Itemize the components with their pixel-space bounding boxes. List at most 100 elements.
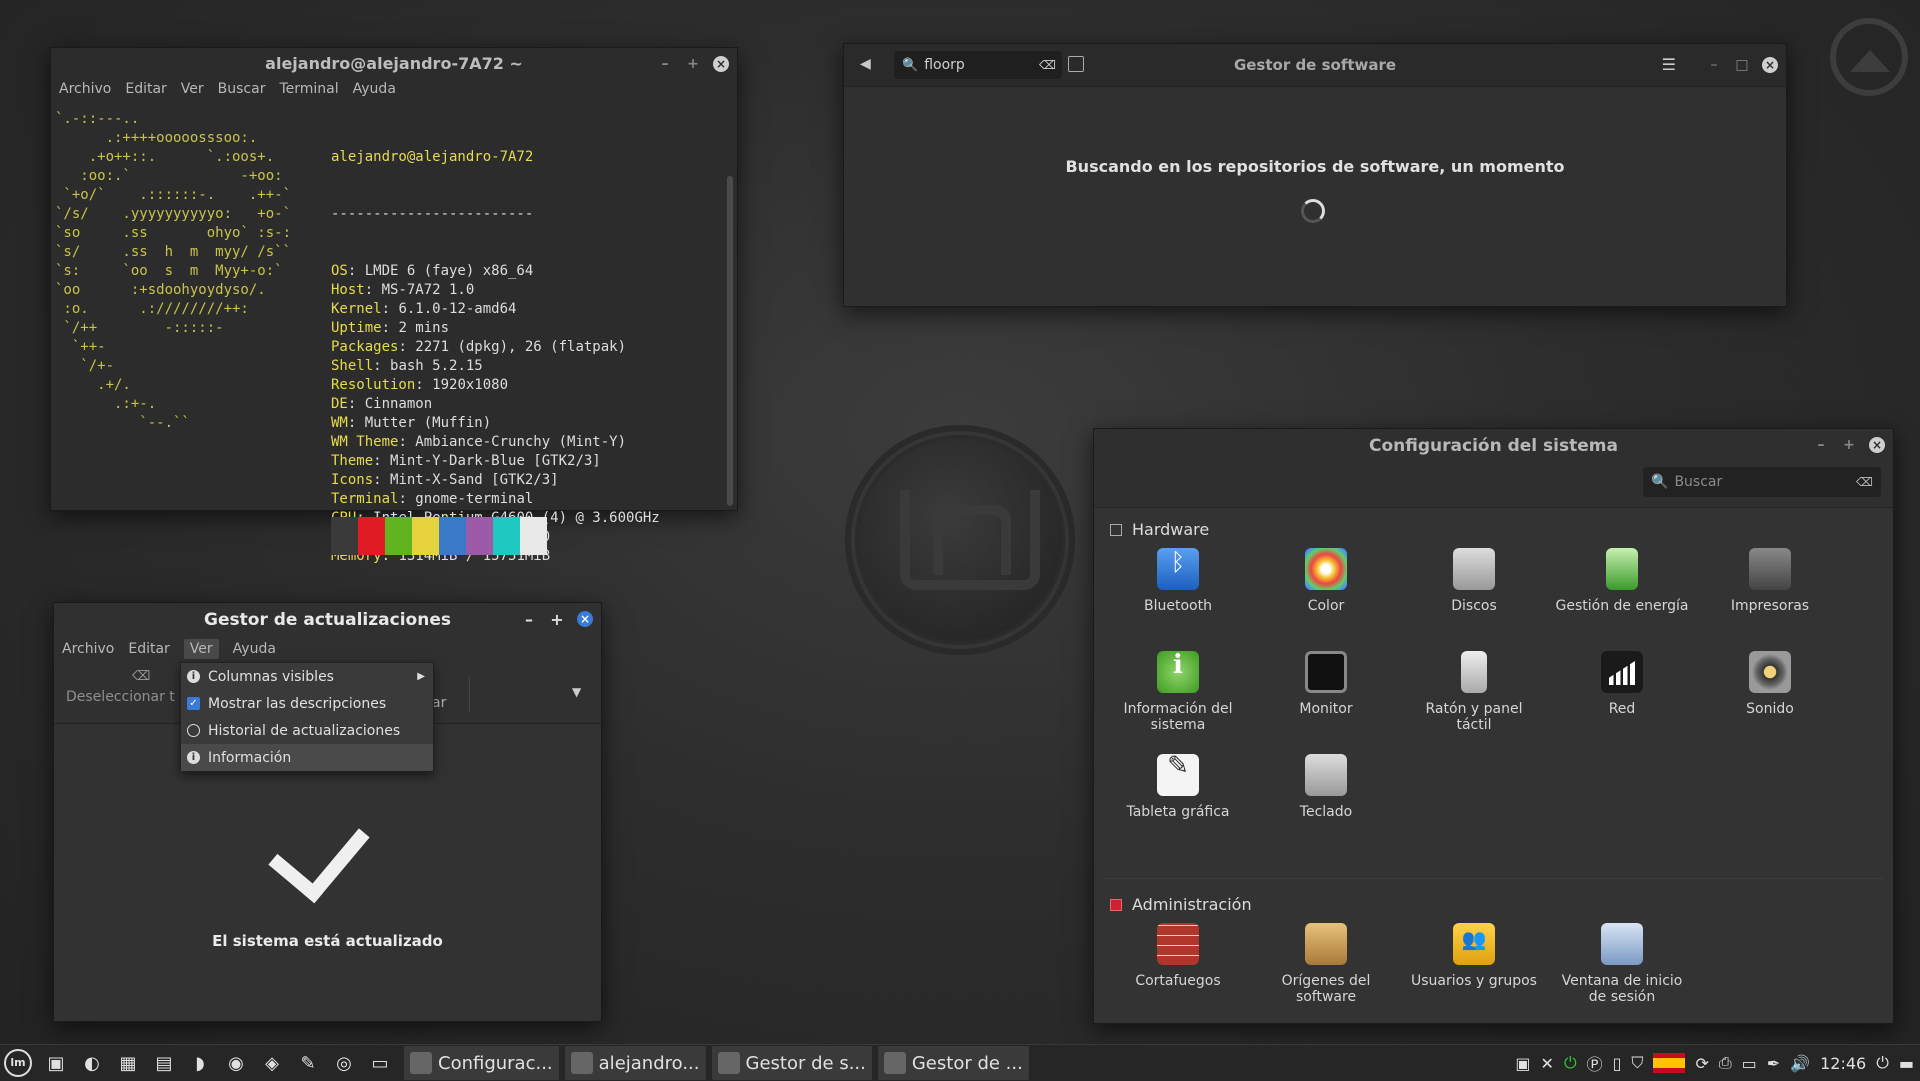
tray-p-icon[interactable]: Ⓟ: [1587, 1051, 1603, 1075]
info-key: Packages: [331, 339, 399, 355]
deselect-button[interactable]: Deseleccionar t: [66, 689, 175, 705]
maximize-icon[interactable]: □: [1734, 57, 1750, 73]
menu-ayuda[interactable]: Ayuda: [233, 641, 276, 657]
terminal-window[interactable]: alejandro@alejandro-7A72 ~ – + × Archivo…: [50, 47, 738, 564]
menu-item-information[interactable]: i Información: [181, 744, 433, 771]
settings-item[interactable]: Ratón y panel táctil: [1406, 651, 1542, 733]
firefox-launcher-icon[interactable]: ◎: [330, 1049, 358, 1077]
task-update-manager[interactable]: Gestor de ...: [877, 1046, 1029, 1080]
menu-ayuda[interactable]: Ayuda: [353, 81, 396, 97]
files-launcher-icon[interactable]: ▭: [366, 1049, 394, 1077]
browser-launcher-icon[interactable]: ◐: [78, 1049, 106, 1077]
settings-titlebar[interactable]: Configuración del sistema – + ×: [1094, 429, 1893, 463]
chevron-down-icon[interactable]: ▼: [572, 685, 581, 699]
settings-item[interactable]: Cortafuegos: [1110, 923, 1246, 989]
menu-editar[interactable]: Editar: [128, 641, 169, 657]
software-manager-window[interactable]: ◀ 🔍 floorp ⌫ Gestor de software ☰ – □ × …: [843, 43, 1787, 307]
volume-icon[interactable]: 🔊: [1790, 1054, 1810, 1073]
settings-item[interactable]: Color: [1258, 548, 1394, 614]
palette-swatch: [385, 517, 412, 555]
power-icon[interactable]: ⏻: [1564, 1053, 1577, 1073]
menu-ver[interactable]: Ver: [181, 81, 204, 97]
clear-search-icon[interactable]: ⌫: [1856, 475, 1873, 489]
menu-item-show-descriptions[interactable]: ✓ Mostrar las descripciones: [181, 690, 433, 717]
maximize-icon[interactable]: +: [1841, 437, 1857, 453]
administration-section-icon: [1110, 898, 1122, 911]
menu-buscar[interactable]: Buscar: [218, 81, 266, 97]
settings-item[interactable]: Tableta gráfica: [1110, 754, 1246, 820]
menu-item-visible-columns[interactable]: i Columnas visibles ▶: [181, 663, 433, 690]
display-icon[interactable]: ▭: [1742, 1054, 1757, 1073]
calculator-launcher-icon[interactable]: ▦: [114, 1049, 142, 1077]
checkbox-checked-icon[interactable]: ✓: [187, 697, 200, 710]
minimize-icon[interactable]: –: [657, 56, 673, 72]
settings-item[interactable]: Usuarios y grupos: [1406, 923, 1542, 989]
close-icon[interactable]: ×: [1762, 57, 1778, 73]
settings-item-label: Bluetooth: [1144, 598, 1212, 614]
task-terminal[interactable]: alejandro...: [564, 1046, 706, 1080]
text-editor-launcher-icon[interactable]: ✎: [294, 1049, 322, 1077]
system-settings-window[interactable]: Configuración del sistema – + × 🔍 Buscar…: [1093, 428, 1894, 1024]
maximize-icon[interactable]: +: [685, 56, 701, 72]
brave-launcher-icon[interactable]: ◈: [258, 1049, 286, 1077]
menu-archivo[interactable]: Archivo: [62, 641, 114, 657]
settings-item[interactable]: Información del sistema: [1110, 651, 1246, 733]
settings-item[interactable]: Sonido: [1702, 651, 1838, 717]
close-icon[interactable]: ×: [713, 56, 729, 72]
tray-app-icon[interactable]: ▣: [1515, 1054, 1530, 1073]
minimize-icon[interactable]: –: [521, 610, 537, 629]
settings-item[interactable]: Red: [1554, 651, 1690, 717]
menu-item-label: Historial de actualizaciones: [208, 722, 401, 739]
menu-item-update-history[interactable]: Historial de actualizaciones: [181, 717, 433, 744]
terminal-scrollbar[interactable]: [727, 176, 733, 506]
settings-item[interactable]: Impresoras: [1702, 548, 1838, 614]
clock[interactable]: 12:46: [1820, 1054, 1866, 1073]
shield-icon[interactable]: ⛉: [1631, 1053, 1643, 1073]
task-settings[interactable]: Configurac...: [404, 1046, 559, 1080]
settings-search-input[interactable]: 🔍 Buscar ⌫: [1643, 467, 1881, 497]
menu-archivo[interactable]: Archivo: [59, 81, 111, 97]
network-icon: [1601, 651, 1643, 693]
show-desktop-icon[interactable]: ▬: [1899, 1054, 1914, 1073]
toolbar-button-partial[interactable]: ar: [432, 695, 446, 711]
mint-menu-icon[interactable]: lm: [4, 1049, 32, 1077]
settings-item[interactable]: Monitor: [1258, 651, 1394, 717]
terminal-output[interactable]: `.-::---.. .:++++ooooosssoo:. .+o++::. `…: [51, 110, 723, 564]
settings-item[interactable]: Discos: [1406, 548, 1542, 614]
hamburger-menu-icon[interactable]: ☰: [1662, 55, 1676, 74]
menu-terminal[interactable]: Terminal: [279, 81, 338, 97]
update-titlebar[interactable]: Gestor de actualizaciones – + ×: [54, 603, 601, 637]
terminal-launcher-icon[interactable]: ▣: [42, 1049, 70, 1077]
settings-item[interactable]: Teclado: [1258, 754, 1394, 820]
minimize-icon[interactable]: –: [1706, 57, 1722, 73]
info-colon: :: [364, 282, 382, 298]
close-icon[interactable]: ×: [577, 611, 593, 627]
close-icon[interactable]: ×: [1869, 437, 1885, 453]
info-line: DE: Cinnamon: [331, 395, 660, 414]
settings-item[interactable]: Bluetooth: [1110, 548, 1246, 614]
settings-item[interactable]: Orígenes del software: [1258, 923, 1394, 1005]
task-software-manager[interactable]: Gestor de s...: [711, 1046, 872, 1080]
tray-x-icon[interactable]: ✕: [1541, 1054, 1554, 1073]
menu-editar[interactable]: Editar: [125, 81, 166, 97]
keyboard-layout-flag-icon[interactable]: [1653, 1053, 1686, 1073]
info-colon: :: [373, 453, 391, 469]
obs-launcher-icon[interactable]: ◉: [222, 1049, 250, 1077]
app-launcher-icon[interactable]: ◗: [186, 1049, 214, 1077]
clipboard-icon[interactable]: ▯: [1613, 1054, 1622, 1073]
info-key: Uptime: [331, 320, 382, 336]
printer-icon[interactable]: ⎙: [1719, 1053, 1732, 1073]
settings-item[interactable]: Ventana de inicio de sesión: [1554, 923, 1690, 1005]
document-launcher-icon[interactable]: ▤: [150, 1049, 178, 1077]
pen-icon[interactable]: ✒: [1767, 1054, 1780, 1073]
terminal-titlebar[interactable]: alejandro@alejandro-7A72 ~ – + ×: [51, 48, 737, 78]
refresh-icon[interactable]: ⟳: [1695, 1054, 1708, 1073]
user-host: alejandro@alejandro-7A72: [331, 149, 534, 165]
shutdown-icon[interactable]: ⏻: [1876, 1053, 1889, 1073]
menu-ver[interactable]: Ver: [183, 639, 219, 659]
maximize-icon[interactable]: +: [549, 610, 565, 629]
info-value: 1920x1080: [432, 377, 509, 393]
minimize-icon[interactable]: –: [1813, 437, 1829, 453]
info-colon: :: [347, 396, 365, 412]
settings-item[interactable]: Gestión de energía: [1554, 548, 1690, 614]
